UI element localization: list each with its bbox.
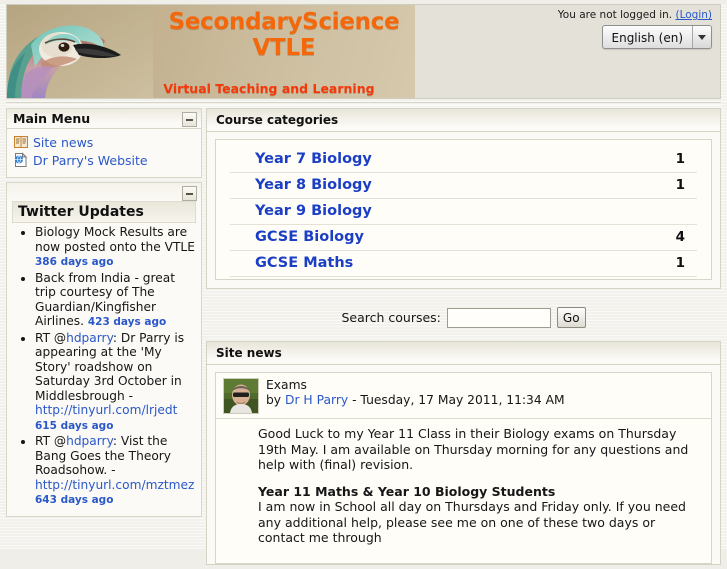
block-main-menu: Main Menu Site news Dr Parry's Website <box>6 108 202 178</box>
category-count: 1 <box>675 177 685 193</box>
block-twitter-title-wrap: Twitter Updates <box>7 201 201 223</box>
panel-site-news-header: Site news <box>207 342 720 365</box>
list-item: Biology Mock Results are now posted onto… <box>35 225 195 270</box>
table-row[interactable]: Year 8 Biology 1 <box>230 173 697 199</box>
site-banner: SecondaryScience VTLE Virtual Teaching a… <box>7 5 415 98</box>
language-select[interactable]: English (en) <box>601 25 712 49</box>
login-link[interactable]: (Login) <box>675 9 712 21</box>
news-post-heading-2: Year 11 Maths & Year 10 Biology Students <box>258 483 556 499</box>
search-courses-area: Search courses: Go <box>206 293 721 341</box>
main-menu-link-dr-parry-website[interactable]: Dr Parry's Website <box>33 153 148 168</box>
login-status-text: You are not logged in. <box>557 9 673 21</box>
site-news-title: Site news <box>216 346 282 360</box>
banner-title-line2: VTLE <box>252 35 316 61</box>
block-twitter-title: Twitter Updates <box>12 201 196 223</box>
news-post-meta: Exams by Dr H Parry - Tuesday, 17 May 20… <box>266 378 565 408</box>
block-twitter-body: Biology Mock Results are now posted onto… <box>7 223 201 516</box>
list-item: Back from India - great trip courtesy of… <box>35 271 195 330</box>
category-count: 1 <box>675 151 685 167</box>
avatar[interactable] <box>223 378 259 414</box>
category-list: Year 7 Biology 1 Year 8 Biology 1 Year 9… <box>215 139 712 280</box>
panel-course-categories-body: Year 7 Biology 1 Year 8 Biology 1 Year 9… <box>207 132 720 288</box>
news-post-header: Exams by Dr H Parry - Tuesday, 17 May 20… <box>216 373 711 419</box>
byline-prefix: by <box>266 393 285 407</box>
login-info: You are not logged in. (Login) <box>558 9 712 21</box>
category-link[interactable]: Year 8 Biology <box>255 177 372 193</box>
table-row[interactable]: Year 7 Biology 1 <box>230 147 697 173</box>
tweet-age: 423 days ago <box>87 316 167 328</box>
main-menu-list: Site news Dr Parry's Website <box>13 134 195 168</box>
block-twitter-updates: Twitter Updates Biology Mock Results are… <box>6 182 202 517</box>
block-main-menu-title: Main Menu <box>13 111 91 126</box>
tweet-url-link[interactable]: http://tinyurl.com/mztmez <box>35 478 194 492</box>
panel-course-categories-header: Course categories <box>207 109 720 132</box>
header-divider <box>6 102 721 106</box>
news-post-paragraph-1: Good Luck to my Year 11 Class in their B… <box>258 426 689 472</box>
category-link[interactable]: Year 7 Biology <box>255 151 372 167</box>
twitter-list: Biology Mock Results are now posted onto… <box>13 225 195 508</box>
main-column: Course categories Year 7 Biology 1 Year … <box>206 108 721 569</box>
left-sidebar: Main Menu Site news Dr Parry's Website T… <box>6 108 202 521</box>
news-post-date: - Tuesday, 17 May 2011, 11:34 AM <box>348 393 565 407</box>
list-item: RT @hdparry: Dr Parry is appearing at th… <box>35 331 195 434</box>
category-link[interactable]: GCSE Biology <box>255 229 364 245</box>
collapse-twitter-button[interactable] <box>182 186 197 201</box>
banner-title-line1: SecondaryScience <box>168 9 400 35</box>
tweet-text: Biology Mock Results are now posted onto… <box>35 225 195 254</box>
tweet-prefix: RT @ <box>35 330 67 345</box>
site-header: SecondaryScience VTLE Virtual Teaching a… <box>6 4 721 99</box>
category-count: 1 <box>675 255 685 271</box>
main-menu-item-website[interactable]: Dr Parry's Website <box>13 152 195 168</box>
banner-title: SecondaryScience VTLE <box>155 9 413 61</box>
news-post-paragraph-2: I am now in School all day on Thursdays … <box>258 499 686 545</box>
tweet-prefix: RT @ <box>35 434 67 448</box>
table-row[interactable]: GCSE Maths 1 <box>230 251 697 277</box>
tweet-age: 386 days ago <box>35 256 114 268</box>
news-post-author-link[interactable]: Dr H Parry <box>285 393 348 407</box>
news-post-subject: Exams <box>266 378 307 392</box>
tweet-user-link[interactable]: hdparry <box>66 434 113 448</box>
chevron-down-icon[interactable] <box>692 26 711 48</box>
block-main-menu-body: Site news Dr Parry's Website <box>7 129 201 177</box>
search-go-button[interactable]: Go <box>556 307 586 328</box>
link-page-icon <box>13 152 29 168</box>
news-post: Exams by Dr H Parry - Tuesday, 17 May 20… <box>215 372 712 564</box>
panel-site-news-body: Exams by Dr H Parry - Tuesday, 17 May 20… <box>207 365 720 564</box>
forum-icon <box>13 134 29 150</box>
table-row[interactable]: Year 9 Biology <box>230 199 697 225</box>
banner-subtitle: Virtual Teaching and Learning Environmen… <box>163 81 375 98</box>
language-select-value: English (en) <box>611 31 684 45</box>
tweet-age: 615 days ago <box>35 419 114 432</box>
tweet-age: 643 days ago <box>35 494 114 506</box>
page-root: SecondaryScience VTLE Virtual Teaching a… <box>0 4 727 565</box>
panel-site-news: Site news Exams by Dr H Parry - Tuesday,… <box>206 341 721 565</box>
table-row[interactable]: GCSE Biology 4 <box>230 225 697 251</box>
category-link[interactable]: Year 9 Biology <box>255 203 372 219</box>
main-menu-item-site-news[interactable]: Site news <box>13 134 195 150</box>
category-link[interactable]: GCSE Maths <box>255 255 353 271</box>
news-post-body: Good Luck to my Year 11 Class in their B… <box>216 419 711 563</box>
search-label: Search courses: <box>341 310 441 325</box>
list-item: RT @hdparry: Vist the Bang Goes the Theo… <box>35 434 195 508</box>
panel-course-categories: Course categories Year 7 Biology 1 Year … <box>206 108 721 289</box>
search-input[interactable] <box>446 307 551 328</box>
category-count: 4 <box>675 229 685 245</box>
page-title: Course categories <box>216 113 339 127</box>
main-menu-link-site-news[interactable]: Site news <box>33 135 93 150</box>
tweet-user-link[interactable]: hdparry <box>66 331 113 345</box>
news-post-byline: by Dr H Parry - Tuesday, 17 May 2011, 11… <box>266 393 565 408</box>
tweet-url-link[interactable]: http://tinyurl.com/lrjedt <box>35 403 177 417</box>
collapse-main-menu-button[interactable] <box>182 112 197 127</box>
block-main-menu-header: Main Menu <box>7 109 201 129</box>
block-twitter-controls <box>7 183 201 201</box>
content-region: Main Menu Site news Dr Parry's Website T… <box>0 108 727 565</box>
